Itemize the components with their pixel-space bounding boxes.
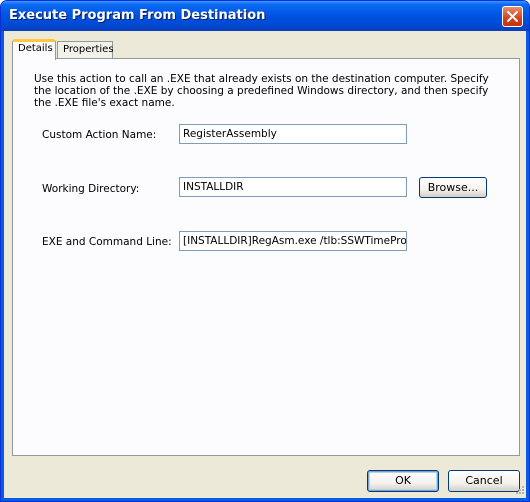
working-directory-label: Working Directory: — [42, 183, 140, 195]
tab-details-label: Details — [18, 43, 53, 54]
dialog-window: Execute Program From Destination Details… — [0, 0, 530, 502]
browse-button[interactable]: Browse... — [419, 177, 487, 198]
custom-action-name-input[interactable]: RegisterAssembly — [179, 124, 407, 144]
exe-command-line-input[interactable]: [INSTALLDIR]RegAsm.exe /tlb:SSWTimeProS — [179, 231, 407, 251]
cancel-button[interactable]: Cancel — [448, 470, 520, 492]
description-text: Use this action to call an .EXE that alr… — [34, 73, 489, 109]
custom-action-name-label: Custom Action Name: — [42, 129, 157, 141]
title-bar[interactable]: Execute Program From Destination — [1, 1, 529, 31]
tab-properties[interactable]: Properties — [57, 41, 114, 59]
working-directory-input[interactable]: INSTALLDIR — [179, 177, 407, 197]
details-panel: Use this action to call an .EXE that alr… — [12, 58, 520, 456]
window-title: Execute Program From Destination — [9, 8, 266, 23]
resize-grip-icon[interactable] — [513, 485, 525, 497]
ok-button[interactable]: OK — [367, 470, 439, 492]
close-icon — [507, 11, 518, 22]
tab-properties-label: Properties — [63, 44, 114, 55]
exe-command-line-label: EXE and Command Line: — [42, 236, 172, 248]
close-button[interactable] — [502, 6, 523, 27]
tab-details[interactable]: Details — [12, 39, 56, 60]
